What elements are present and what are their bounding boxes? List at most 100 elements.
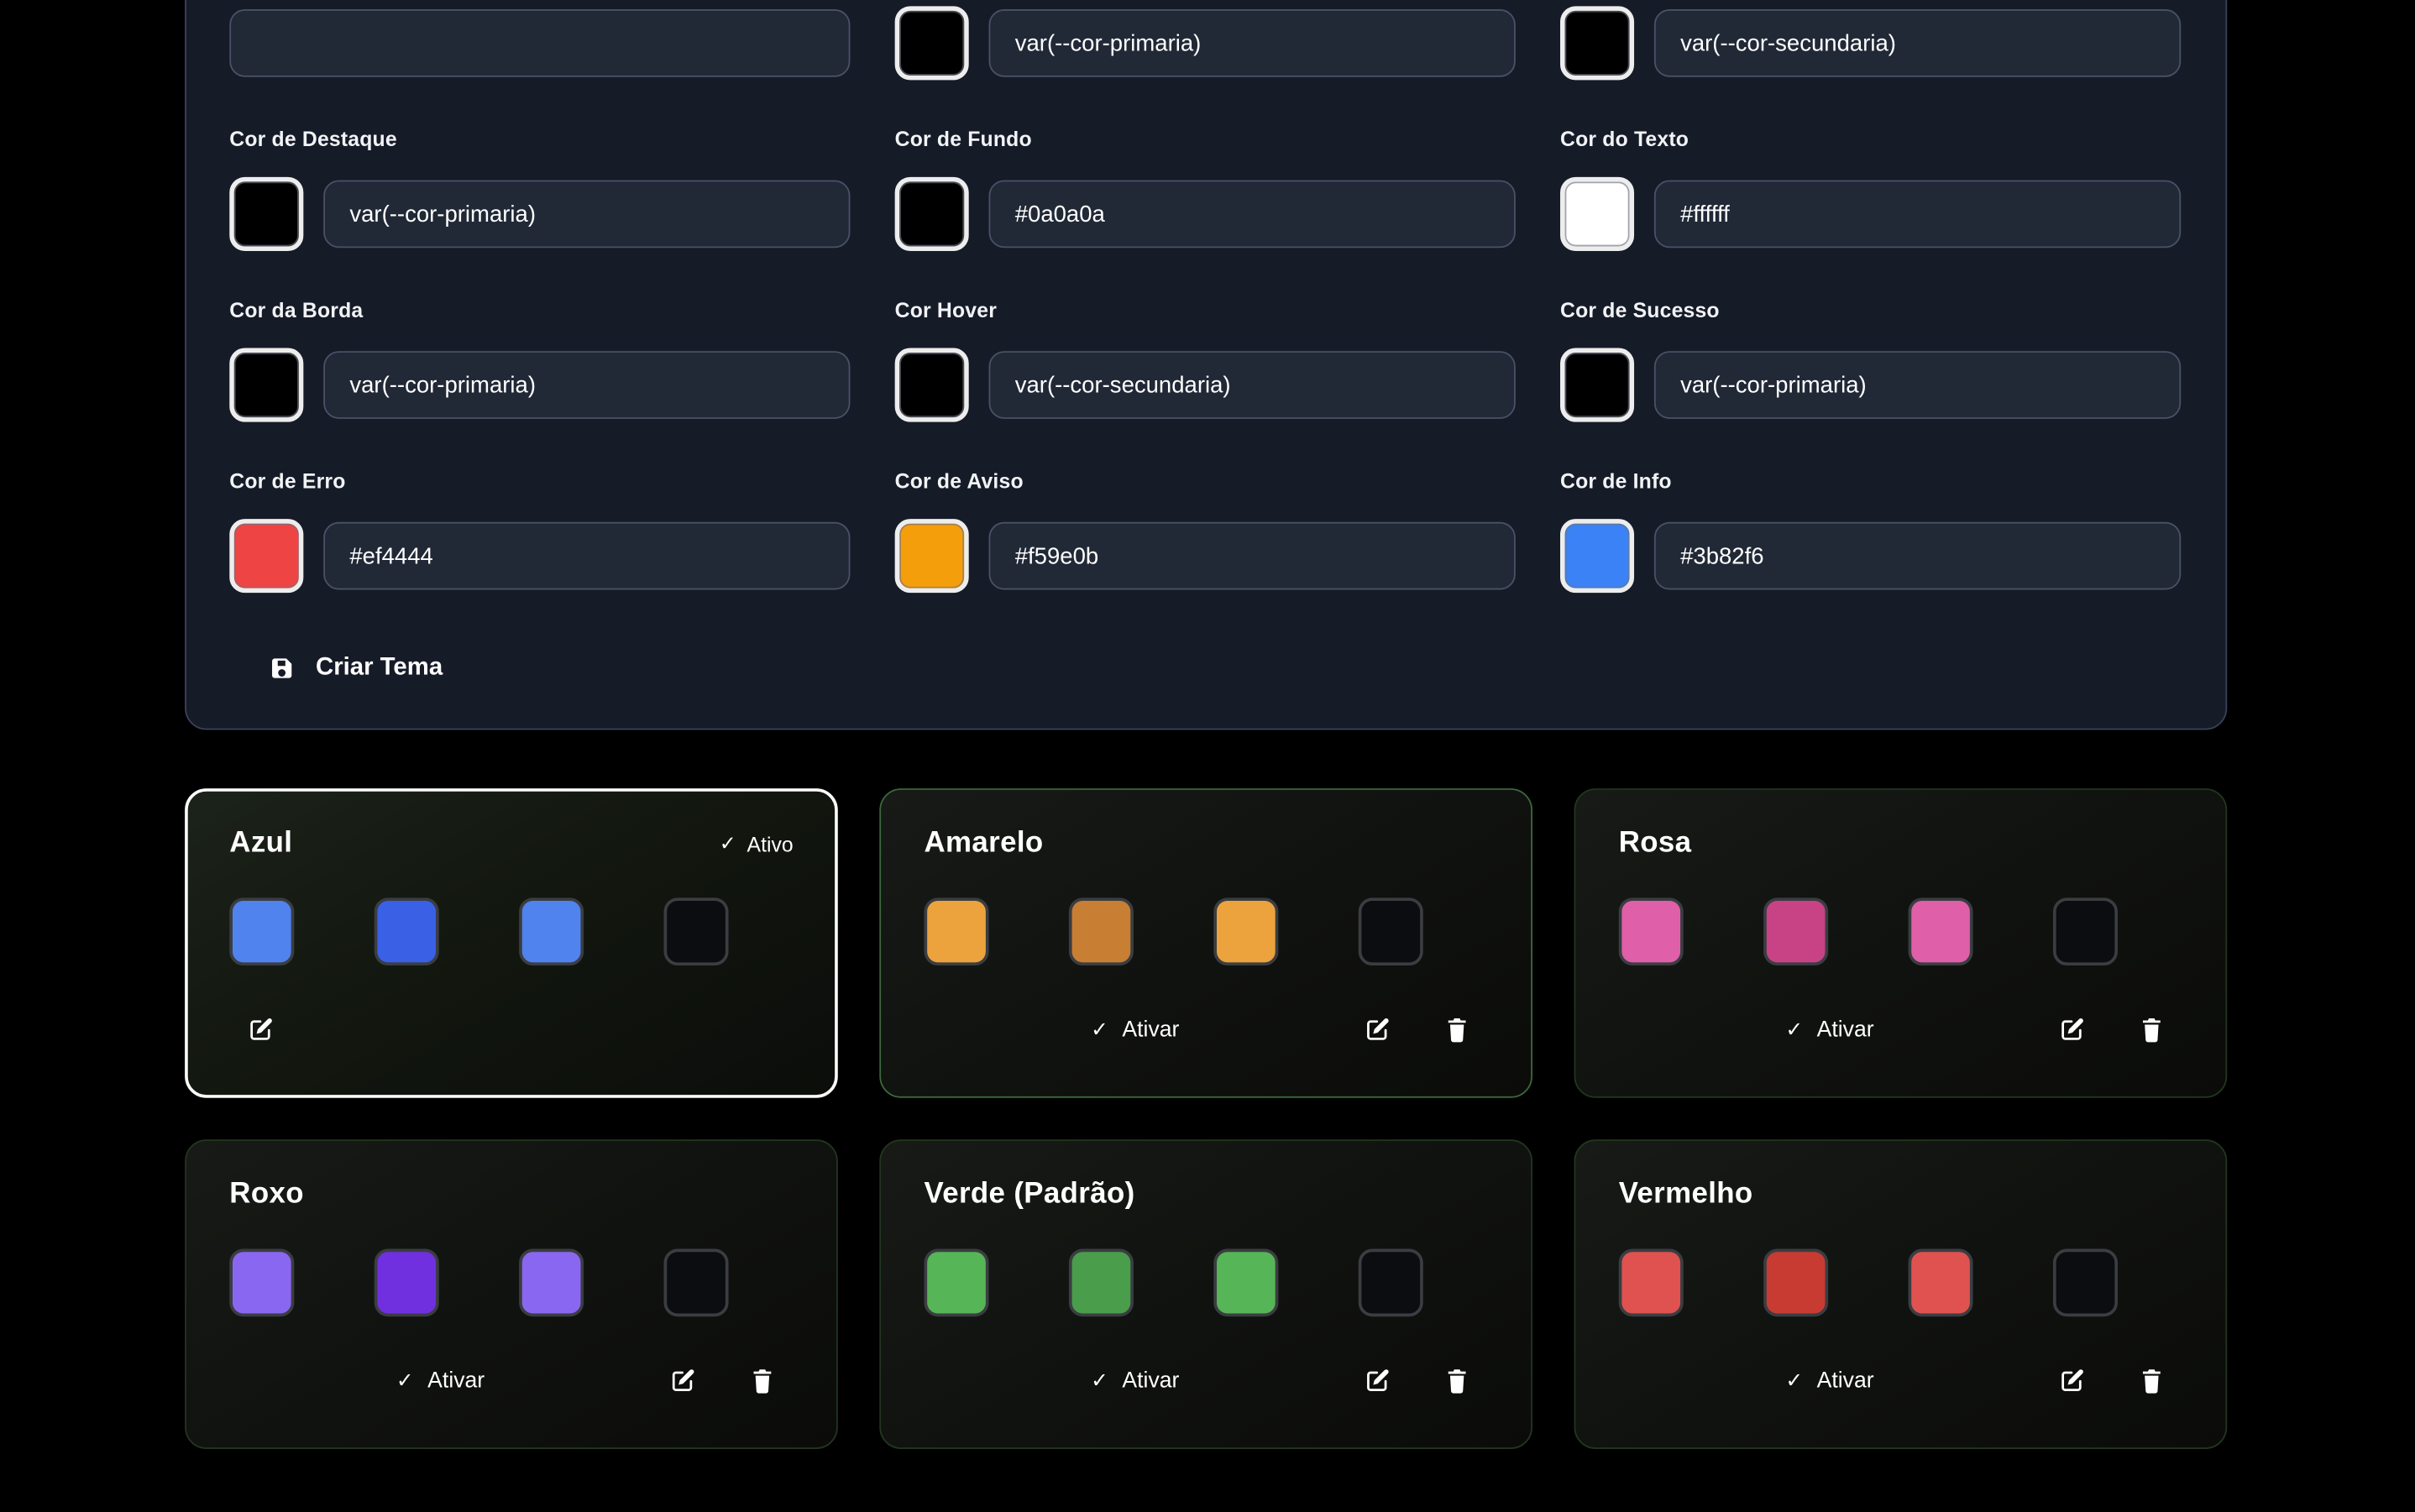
delete-theme-button[interactable] [1426, 1002, 1487, 1058]
field-hover-color: Cor Hover [895, 299, 1516, 422]
active-status-badge: ✓ Ativo [720, 831, 794, 855]
check-icon: ✓ [396, 1369, 414, 1394]
info-color-input[interactable] [1654, 522, 2181, 590]
activate-theme-button[interactable]: ✓ Ativar [925, 1018, 1347, 1042]
theme-color-swatch [1619, 897, 1684, 965]
check-icon: ✓ [1785, 1018, 1803, 1042]
success-color-input[interactable] [1654, 351, 2181, 419]
color-picker-swatch[interactable] [1560, 177, 1634, 251]
theme-color-swatch [229, 1249, 294, 1317]
trash-icon [1444, 1017, 1469, 1044]
field-secondary-color [1560, 6, 2181, 80]
primary-color-input[interactable] [989, 9, 1516, 77]
activate-theme-button[interactable]: ✓ Ativar [925, 1369, 1347, 1394]
trash-icon [1444, 1368, 1469, 1395]
theme-color-swatch [375, 1249, 439, 1317]
activate-label: Ativar [1817, 1369, 1874, 1394]
color-picker-swatch[interactable] [1560, 348, 1634, 422]
active-status-label: Ativo [747, 832, 794, 855]
theme-color-swatch [519, 1249, 584, 1317]
field-error-color: Cor de Erro [229, 469, 850, 593]
theme-color-swatch [519, 897, 584, 965]
delete-theme-button[interactable] [2121, 1002, 2182, 1058]
theme-name: Azul [229, 827, 292, 861]
theme-editor-page: Cor de Destaque Cor de Fundo Cor do Text… [0, 0, 2415, 1512]
theme-color-swatch [229, 897, 294, 965]
edit-theme-button[interactable] [652, 1353, 713, 1409]
edit-icon [2057, 1368, 2085, 1395]
theme-card-amarelo: Amarelo ✓ Ativar [879, 788, 1532, 1098]
field-label: Cor da Borda [229, 299, 850, 322]
check-icon: ✓ [720, 831, 736, 855]
edit-icon [1363, 1017, 1391, 1044]
trash-icon [2140, 1368, 2164, 1395]
theme-form-grid: Cor de Destaque Cor de Fundo Cor do Text… [229, 6, 2181, 593]
theme-card-vermelho: Vermelho ✓ Ativar [1574, 1139, 2228, 1449]
theme-color-swatch [1763, 897, 1828, 965]
theme-color-swatch [1619, 1249, 1684, 1317]
theme-color-swatch [2053, 897, 2118, 965]
warning-color-input[interactable] [989, 522, 1516, 590]
field-label: Cor Hover [895, 299, 1516, 322]
edit-theme-button[interactable] [1346, 1353, 1407, 1409]
field-background-color: Cor de Fundo [895, 128, 1516, 251]
theme-color-swatch [925, 1249, 989, 1317]
theme-name: Vermelho [1619, 1178, 1753, 1211]
color-picker-swatch[interactable] [229, 177, 303, 251]
color-picker-swatch[interactable] [895, 177, 969, 251]
secondary-color-input[interactable] [1654, 9, 2181, 77]
hover-color-input[interactable] [989, 351, 1516, 419]
activate-theme-button[interactable]: ✓ Ativar [1619, 1369, 2041, 1394]
activate-theme-button[interactable]: ✓ Ativar [1619, 1018, 2041, 1042]
activate-label: Ativar [427, 1369, 485, 1394]
color-picker-swatch[interactable] [895, 348, 969, 422]
themes-grid: Azul ✓ Ativo [185, 788, 2227, 1449]
field-label: Cor de Sucesso [1560, 299, 2181, 322]
error-color-input[interactable] [323, 522, 850, 590]
check-icon: ✓ [1091, 1018, 1108, 1042]
color-picker-swatch[interactable] [895, 6, 969, 80]
color-picker-swatch[interactable] [1560, 519, 1634, 593]
edit-theme-button[interactable] [1346, 1002, 1407, 1058]
field-accent-color: Cor de Destaque [229, 128, 850, 251]
accent-color-input[interactable] [323, 180, 850, 249]
color-picker-swatch[interactable] [1560, 6, 1634, 80]
edit-icon [246, 1017, 274, 1044]
theme-color-swatch [664, 1249, 729, 1317]
create-theme-button[interactable]: Criar Tema [270, 655, 443, 683]
theme-color-swatch [1909, 897, 1973, 965]
activate-label: Ativar [1122, 1369, 1179, 1394]
color-picker-swatch[interactable] [229, 519, 303, 593]
edit-theme-button[interactable] [2040, 1353, 2102, 1409]
border-color-input[interactable] [323, 351, 850, 419]
background-color-input[interactable] [989, 180, 1516, 249]
save-icon [270, 656, 294, 680]
theme-card-azul: Azul ✓ Ativo [185, 788, 838, 1098]
color-picker-swatch[interactable] [229, 348, 303, 422]
field-info-color: Cor de Info [1560, 469, 2181, 593]
edit-theme-button[interactable] [229, 1002, 291, 1058]
theme-color-swatch [1069, 1249, 1134, 1317]
check-icon: ✓ [1785, 1369, 1803, 1394]
activate-theme-button[interactable]: ✓ Ativar [229, 1369, 652, 1394]
color-picker-swatch[interactable] [895, 519, 969, 593]
text-color-input[interactable] [1654, 180, 2181, 249]
field-primary-color [895, 6, 1516, 80]
delete-theme-button[interactable] [731, 1353, 793, 1409]
theme-card-roxo: Roxo ✓ Ativar [185, 1139, 838, 1449]
theme-color-swatch [1909, 1249, 1973, 1317]
theme-color-swatch [1213, 1249, 1278, 1317]
theme-form-panel: Cor de Destaque Cor de Fundo Cor do Text… [185, 0, 2227, 730]
trash-icon [2140, 1017, 2164, 1044]
theme-color-swatch [1069, 897, 1134, 965]
field-label: Cor de Aviso [895, 469, 1516, 493]
delete-theme-button[interactable] [1426, 1353, 1487, 1409]
theme-name-input[interactable] [229, 9, 850, 77]
theme-card-rosa: Rosa ✓ Ativar [1574, 788, 2228, 1098]
field-theme-name [229, 6, 850, 80]
edit-icon [1363, 1368, 1391, 1395]
activate-label: Ativar [1122, 1018, 1179, 1042]
theme-color-swatch [925, 897, 989, 965]
delete-theme-button[interactable] [2121, 1353, 2182, 1409]
edit-theme-button[interactable] [2040, 1002, 2102, 1058]
